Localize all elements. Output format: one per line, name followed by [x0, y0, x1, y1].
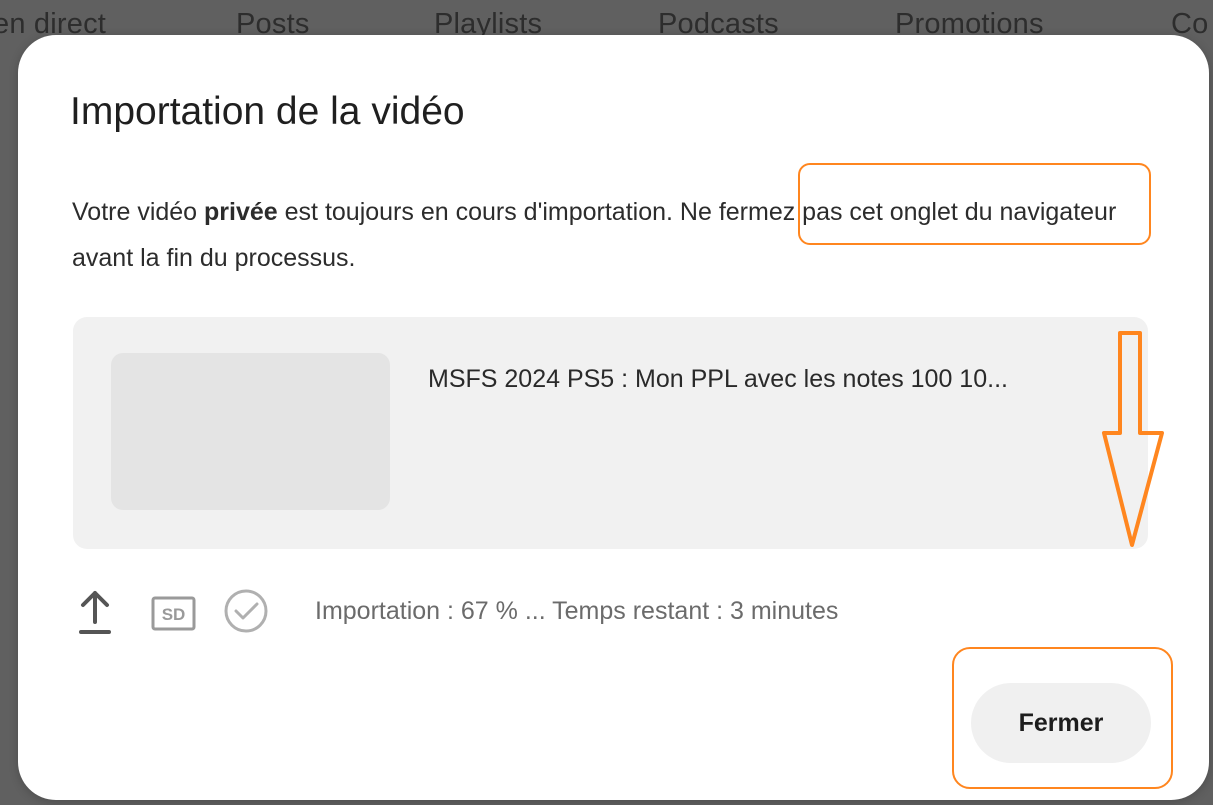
close-button[interactable]: Fermer	[971, 683, 1151, 763]
sd-badge-icon: SD	[151, 596, 196, 631]
upload-message: Votre vidéo privée est toujours en cours…	[72, 189, 1182, 281]
video-thumbnail-placeholder	[111, 353, 390, 510]
upload-icon	[79, 591, 111, 634]
dialog-title: Importation de la vidéo	[70, 90, 465, 133]
upload-status: Importation : 67 % ... Temps restant : 3…	[315, 597, 839, 625]
video-title: MSFS 2024 PS5 : Mon PPL avec les notes 1…	[428, 365, 1008, 393]
message-middle: est toujours en cours d'importation.	[277, 198, 673, 226]
screen: en direct Posts Playlists Podcasts Promo…	[0, 0, 1213, 805]
uploaded-video-card: MSFS 2024 PS5 : Mon PPL avec les notes 1…	[73, 317, 1148, 549]
privacy-status: privée	[204, 198, 278, 226]
check-circle-icon	[224, 589, 268, 633]
video-upload-dialog: Importation de la vidéo Votre vidéo priv…	[18, 35, 1209, 800]
message-before: Votre vidéo	[72, 198, 205, 226]
sd-label: SD	[162, 605, 186, 624]
